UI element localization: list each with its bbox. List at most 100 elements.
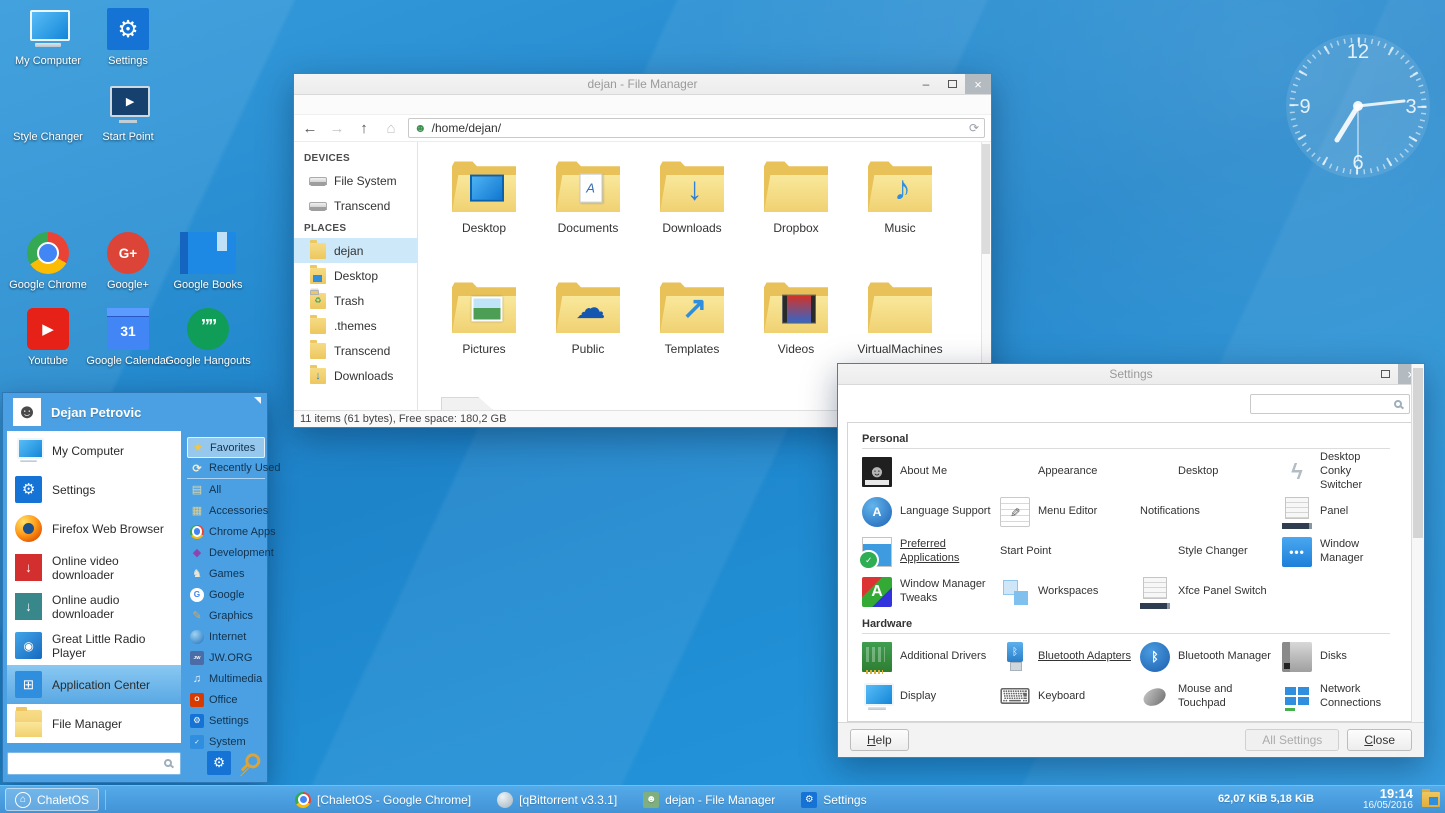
settings-scrollbar[interactable] (1411, 364, 1424, 757)
start-menu-category[interactable]: Office (187, 689, 265, 710)
menu-item[interactable] (332, 103, 346, 107)
settings-item[interactable]: Bluetooth Adapters (1000, 637, 1140, 677)
file-item[interactable]: Downloads (640, 154, 744, 275)
reload-icon[interactable]: ⟳ (969, 121, 979, 135)
start-menu-app[interactable]: My Computer (7, 431, 181, 470)
taskbar-task[interactable]: dejan - File Manager (632, 788, 786, 812)
file-item[interactable]: Videos (744, 275, 848, 396)
start-menu-category[interactable]: Development (187, 542, 265, 563)
desktop-icon[interactable]: Start Point (88, 84, 168, 160)
settings-item[interactable]: Workspaces (1000, 572, 1140, 612)
settings-item[interactable]: Window Manager (1282, 532, 1390, 572)
menu-item[interactable] (300, 103, 314, 107)
start-menu-category[interactable]: System (187, 731, 265, 752)
file-item[interactable]: Dropbox (744, 154, 848, 275)
start-menu-category[interactable]: Internet (187, 626, 265, 647)
start-menu-category[interactable]: Accessories (187, 500, 265, 521)
launcher[interactable] (166, 789, 187, 810)
taskbar-task[interactable]: [ChaletOS - Google Chrome] (284, 788, 482, 812)
launcher[interactable] (247, 789, 268, 810)
start-menu-category[interactable]: Settings (187, 710, 265, 731)
file-item[interactable]: Public (536, 275, 640, 396)
sidebar-device[interactable]: Transcend (294, 193, 417, 218)
home-icon[interactable]: ⌂ (381, 120, 401, 137)
start-menu-category[interactable]: Graphics (187, 605, 265, 626)
settings-item[interactable]: Language Support (862, 492, 1000, 532)
desktop-icon[interactable]: Style Changer (8, 84, 88, 160)
taskbar-task[interactable]: Settings (790, 788, 877, 812)
search-input[interactable] (1255, 397, 1394, 411)
menu-settings-icon[interactable] (207, 751, 231, 775)
forward-icon[interactable]: → (327, 120, 347, 137)
settings-item[interactable]: Start Point (1000, 532, 1140, 572)
menu-search-field[interactable] (7, 752, 181, 775)
settings-item[interactable]: Desktop (1140, 452, 1282, 492)
launcher[interactable] (220, 789, 241, 810)
start-menu-app[interactable]: Online audio downloader (7, 587, 181, 626)
sidebar-place[interactable]: dejan (294, 238, 417, 263)
settings-item[interactable]: Notifications (1140, 492, 1282, 532)
start-menu-app[interactable]: Application Center (7, 665, 181, 704)
settings-item[interactable]: Network Connections (1282, 677, 1390, 717)
start-menu-app[interactable]: Firefox Web Browser (7, 509, 181, 548)
start-menu-category[interactable]: Games (187, 563, 265, 584)
settings-item[interactable]: Display (862, 677, 1000, 717)
settings-item[interactable]: Additional Drivers (862, 637, 1000, 677)
settings-item[interactable]: Appearance (1000, 452, 1140, 492)
start-menu-category[interactable]: Chrome Apps (187, 521, 265, 542)
file-item[interactable]: Templates (640, 275, 744, 396)
settings-item[interactable]: Keyboard (1000, 677, 1140, 717)
close-icon[interactable]: × (965, 74, 991, 94)
start-menu-category[interactable]: Google (187, 584, 265, 605)
file-manager-titlebar[interactable]: dejan - File Manager – × (294, 74, 991, 95)
settings-item[interactable]: Desktop Conky Switcher (1282, 452, 1390, 492)
back-icon[interactable]: ← (300, 120, 320, 137)
file-item[interactable]: Music (848, 154, 952, 275)
settings-item[interactable]: Bluetooth Manager (1140, 637, 1282, 677)
launcher[interactable] (193, 789, 214, 810)
menu-item[interactable] (316, 103, 330, 107)
file-item[interactable]: Pictures (432, 275, 536, 396)
start-menu-category[interactable]: Recently Used (187, 458, 265, 479)
menu-item[interactable] (348, 103, 362, 107)
desktop-icon[interactable]: Google+ (88, 232, 168, 308)
start-menu-category[interactable]: Multimedia (187, 668, 265, 689)
path-bar[interactable]: /home/dejan/ ⟳ (408, 118, 985, 138)
settings-item[interactable]: Disks (1282, 637, 1390, 677)
sidebar-device[interactable]: File System (294, 168, 417, 193)
lock-screen-key-icon[interactable] (234, 747, 265, 778)
start-menu-app[interactable]: Online video downloader (7, 548, 181, 587)
sidebar-place[interactable]: Trash (294, 288, 417, 313)
desktop-icon[interactable]: Google Calendar (88, 308, 168, 384)
settings-item[interactable]: Xfce Panel Switch (1140, 572, 1282, 612)
horizontal-scrollbar[interactable] (441, 397, 493, 410)
all-settings-button[interactable]: All Settings (1245, 729, 1339, 751)
start-menu-category[interactable]: All (187, 479, 265, 500)
settings-item[interactable]: Menu Editor (1000, 492, 1140, 532)
start-menu-app[interactable]: File Manager (7, 704, 181, 743)
file-item[interactable]: Documents (536, 154, 640, 275)
tray-folder-icon[interactable] (1422, 792, 1440, 807)
help-button[interactable]: Help (850, 729, 909, 751)
start-menu-app[interactable]: Settings (7, 470, 181, 509)
settings-item[interactable]: Panel (1282, 492, 1390, 532)
settings-item[interactable]: Mouse and Touchpad (1140, 677, 1282, 717)
menu-item[interactable] (364, 103, 378, 107)
settings-item[interactable]: Preferred Applications (862, 532, 1000, 572)
settings-item[interactable]: Style Changer (1140, 532, 1282, 572)
file-item[interactable]: Desktop (432, 154, 536, 275)
maximize-icon[interactable] (939, 74, 965, 94)
sidebar-place[interactable]: Desktop (294, 263, 417, 288)
launcher[interactable] (139, 789, 160, 810)
chaletos-menu-button[interactable]: ChaletOS (5, 788, 99, 811)
desktop-icon[interactable]: My Computer (8, 8, 88, 84)
minimize-icon[interactable]: – (913, 74, 939, 94)
maximize-icon[interactable] (1372, 364, 1398, 384)
settings-item[interactable]: Window Manager Tweaks (862, 572, 1000, 612)
launcher[interactable] (112, 789, 133, 810)
desktop-icon[interactable]: Google Books (168, 232, 248, 308)
sidebar-place[interactable]: Downloads (294, 363, 417, 388)
taskbar-task[interactable]: [qBittorrent v3.3.1] (486, 788, 628, 812)
settings-item[interactable]: About Me (862, 452, 1000, 492)
taskbar-clock[interactable]: 19:14 16/05/2016 (1363, 787, 1413, 811)
